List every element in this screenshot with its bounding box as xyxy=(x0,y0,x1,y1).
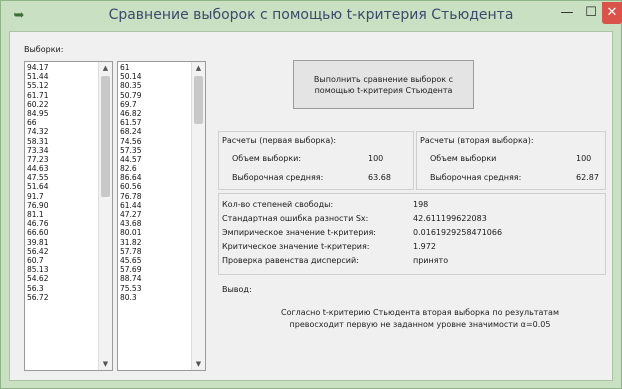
scroll-up-icon[interactable]: ▲ xyxy=(192,62,205,74)
t-critical-value: 1.972 xyxy=(413,242,436,251)
list-item[interactable]: 61.44 xyxy=(120,201,141,210)
list-item[interactable]: 56.3 xyxy=(27,284,48,293)
list-item[interactable]: 57.78 xyxy=(120,247,141,256)
list-item[interactable]: 39.81 xyxy=(27,238,48,247)
list-item[interactable]: 60.22 xyxy=(27,100,48,109)
list-item[interactable]: 44.63 xyxy=(27,164,48,173)
scroll-thumb[interactable] xyxy=(194,76,203,124)
calc1-size-value: 100 xyxy=(368,154,384,163)
list-item[interactable]: 50.14 xyxy=(120,72,141,81)
list-item[interactable]: 74.32 xyxy=(27,127,48,136)
list-item[interactable]: 60.7 xyxy=(27,256,48,265)
list-item[interactable]: 76.90 xyxy=(27,201,48,210)
list-item[interactable]: 61.57 xyxy=(120,118,141,127)
list-item[interactable]: 58.31 xyxy=(27,137,48,146)
list-item[interactable]: 47.27 xyxy=(120,210,141,219)
list-item[interactable]: 51.64 xyxy=(27,182,48,191)
list-item[interactable]: 86.64 xyxy=(120,173,141,182)
list-item[interactable]: 88.74 xyxy=(120,274,141,283)
scroll-thumb[interactable] xyxy=(101,76,110,197)
variance-check-label: Проверка равенства дисперсий: xyxy=(222,256,359,265)
list-item[interactable]: 55.12 xyxy=(27,81,48,90)
list-item[interactable]: 84.95 xyxy=(27,109,48,118)
close-button[interactable]: ✕ xyxy=(602,2,622,24)
list-item[interactable]: 51.44 xyxy=(27,72,48,81)
list-item[interactable]: 77.23 xyxy=(27,155,48,164)
calc2-header: Расчеты (вторая выборка): xyxy=(420,136,534,145)
list-item[interactable]: 54.62 xyxy=(27,274,48,283)
list-item[interactable]: 80.35 xyxy=(120,81,141,90)
list-item[interactable]: 80.3 xyxy=(120,293,141,302)
calc2-size-label: Объем выборки xyxy=(430,154,497,163)
scroll-down-icon[interactable]: ▼ xyxy=(99,358,112,370)
list-item[interactable]: 69.7 xyxy=(120,100,141,109)
list-item[interactable]: 94.17 xyxy=(27,63,48,72)
conclusion-text: Согласно t-критерию Стьюдента вторая выб… xyxy=(281,308,559,329)
sample1-scrollbar[interactable]: ▲ ▼ xyxy=(98,62,112,370)
list-item[interactable]: 57.35 xyxy=(120,146,141,155)
list-item[interactable]: 46.82 xyxy=(120,109,141,118)
df-value: 198 xyxy=(413,200,429,209)
list-item[interactable]: 61 xyxy=(120,63,141,72)
calc1-mean-value: 63.68 xyxy=(368,173,391,182)
scroll-down-icon[interactable]: ▼ xyxy=(192,358,205,370)
se-label: Стандартная ошибка разности Sx: xyxy=(222,214,369,223)
list-item[interactable]: 68.24 xyxy=(120,127,141,136)
list-item[interactable]: 82.6 xyxy=(120,164,141,173)
df-label: Кол-во степеней свободы: xyxy=(222,200,334,209)
calc2-size-value: 100 xyxy=(576,154,592,163)
calc2-mean-value: 62.87 xyxy=(576,173,599,182)
list-item[interactable]: 85.13 xyxy=(27,265,48,274)
list-item[interactable]: 44.57 xyxy=(120,155,141,164)
list-item[interactable]: 75.53 xyxy=(120,284,141,293)
app-window: ➥ Сравнение выборок с помощью t-критерия… xyxy=(0,0,622,389)
list-item[interactable]: 66 xyxy=(27,118,48,127)
sample1-items: 94.17 51.44 55.12 61.71 60.22 84.95 66 74.32 58.… xyxy=(27,63,48,302)
conclusion-label: Вывод: xyxy=(222,285,252,294)
scroll-up-icon[interactable]: ▲ xyxy=(99,62,112,74)
maximize-button[interactable]: ☐ xyxy=(580,2,602,24)
sample2-items: 61 50.14 80.35 50.79 69.7 46.82 61.57 68.24 74.5… xyxy=(120,63,141,302)
list-item[interactable]: 47.55 xyxy=(27,173,48,182)
calc1-mean-label: Выборочная средняя: xyxy=(232,173,324,182)
list-item[interactable]: 31.82 xyxy=(120,238,141,247)
calc1-header: Расчеты (первая выборка): xyxy=(222,136,337,145)
sample2-listbox[interactable]: 61 50.14 80.35 50.79 69.7 46.82 61.57 68.24 74.5… xyxy=(117,61,206,371)
list-item[interactable]: 61.71 xyxy=(27,91,48,100)
sample1-listbox[interactable]: 94.17 51.44 55.12 61.71 60.22 84.95 66 74.32 58.… xyxy=(24,61,113,371)
run-comparison-button[interactable]: Выполнить сравнение выборок с помощью t-… xyxy=(293,60,474,109)
t-empirical-label: Эмпирическое значение t-критерия: xyxy=(222,228,376,237)
list-item[interactable]: 91.7 xyxy=(27,192,48,201)
list-item[interactable]: 57.69 xyxy=(120,265,141,274)
samples-label: Выборки: xyxy=(24,45,64,54)
minimize-button[interactable]: — xyxy=(556,2,578,24)
sample2-scrollbar[interactable]: ▲ ▼ xyxy=(191,62,205,370)
list-item[interactable]: 45.65 xyxy=(120,256,141,265)
list-item[interactable]: 60.56 xyxy=(120,182,141,191)
variance-check-value: принято xyxy=(413,256,449,265)
list-item[interactable]: 80.01 xyxy=(120,228,141,237)
t-critical-label: Критическое значение t-критерия: xyxy=(222,242,370,251)
calc1-size-label: Объем выборки: xyxy=(232,154,302,163)
se-value: 42.611199622083 xyxy=(413,214,487,223)
list-item[interactable]: 43.68 xyxy=(120,219,141,228)
list-item[interactable]: 81.1 xyxy=(27,210,48,219)
window-title: Сравнение выборок с помощью t-критерия С… xyxy=(108,7,514,23)
list-item[interactable]: 76.78 xyxy=(120,192,141,201)
list-item[interactable]: 46.76 xyxy=(27,219,48,228)
list-item[interactable]: 56.72 xyxy=(27,293,48,302)
list-item[interactable]: 50.79 xyxy=(120,91,141,100)
list-item[interactable]: 56.42 xyxy=(27,247,48,256)
list-item[interactable]: 66.60 xyxy=(27,228,48,237)
title-bar[interactable]: ➥ Сравнение выборок с помощью t-критерия… xyxy=(1,1,622,31)
t-empirical-value: 0.0161929258471066 xyxy=(413,228,503,237)
list-item[interactable]: 74.56 xyxy=(120,137,141,146)
client-area: Выборки: 94.17 51.44 55.12 61.71 60.22 84.95 6… xyxy=(9,31,613,381)
calc2-mean-label: Выборочная средняя: xyxy=(430,173,522,182)
list-item[interactable]: 73.34 xyxy=(27,146,48,155)
